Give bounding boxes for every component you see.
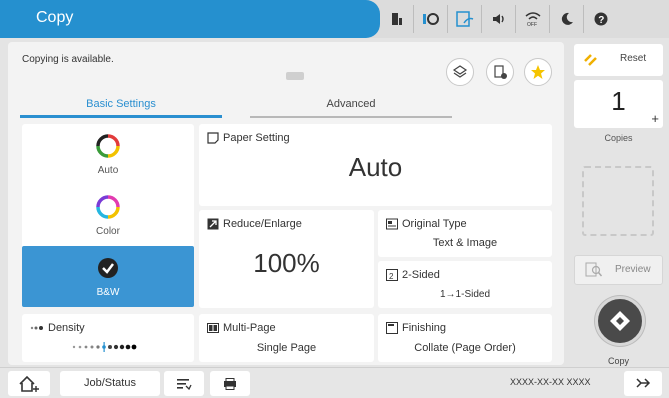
status-message: Copying is available. [22,54,114,65]
tab-advanced[interactable]: Advanced [250,94,452,118]
finishing-tile[interactable]: Finishing Collate (Page Order) [378,314,552,362]
preview-icon [585,262,603,277]
two-sided-icon: 2 [386,269,398,281]
presets-button[interactable] [446,58,474,86]
network-icon [636,377,651,388]
help-icon[interactable]: ? [584,5,618,33]
density-icon [30,326,43,330]
sleep-icon[interactable] [550,5,584,33]
job-list-icon [177,378,192,390]
svg-text:OFF: OFF [527,22,537,27]
check-icon [98,258,118,278]
wifi-direct-icon[interactable] [448,5,482,33]
preview-button[interactable]: Preview [574,255,663,285]
home-button[interactable] [8,371,50,396]
settings-tabs: Basic Settings Advanced [20,94,452,118]
original-type-tile[interactable]: Original Type Text & Image [378,210,552,257]
original-type-value: Text & Image [432,237,498,249]
color-mode-auto-label: Auto [97,165,119,176]
color-mode-color[interactable]: Color [22,185,194,245]
network-status-button[interactable] [624,371,662,396]
multi-page-value: Single Page [256,342,317,354]
density-tile[interactable]: Density [22,314,194,362]
top-bar: Copy OFF ? [0,0,669,38]
job-status-button[interactable]: Job/Status [60,371,160,396]
original-type-label: Original Type [386,218,467,230]
job-list-button[interactable] [164,371,204,396]
svg-text:?: ? [598,15,604,26]
document-settings-icon [494,65,507,79]
svg-text:2: 2 [389,272,394,281]
copies-plus-button[interactable]: + [651,111,659,126]
color-mode-color-label: Color [96,226,120,237]
two-sided-label: 2 2-Sided [386,269,440,281]
copy-label: Copy [607,356,629,366]
reduce-enlarge-label: Reduce/Enlarge [207,218,302,230]
tab-basic-settings[interactable]: Basic Settings [20,94,222,118]
original-type-icon [386,218,398,230]
ink-levels-icon[interactable] [380,5,414,33]
copies-label: Copies [604,133,633,143]
color-mode-auto[interactable]: Auto [22,124,194,184]
reset-button[interactable]: Reset [574,44,663,76]
color-mode-bw[interactable]: B&W [22,246,194,307]
auto-color-icon [96,134,120,158]
finishing-label: Finishing [386,322,446,334]
finishing-value: Collate (Page Order) [414,342,516,354]
reduce-enlarge-value: 100% [253,248,320,278]
presets-icon [452,65,468,78]
multi-page-icon [207,323,219,333]
density-scale-icon [72,342,137,352]
color-mode-list: Auto Color B&W [22,124,194,307]
multi-page-tile[interactable]: Multi-Page Single Page [199,314,374,362]
status-icons: OFF ? [380,5,618,33]
printer-status-button[interactable] [210,371,250,396]
title-tab: Copy [0,0,380,38]
preview-placeholder [582,166,654,236]
panel-handle[interactable] [286,72,304,80]
page-title: Copy [36,9,74,26]
two-sided-tile[interactable]: 2 2-Sided 1→1-Sided [378,261,552,308]
color-mode-bw-label: B&W [96,287,120,298]
paper-setting-value: Auto [348,152,403,182]
copies-input[interactable]: 1 + [574,80,663,128]
main-panel: Copying is available. Basic Settings Adv… [8,42,564,365]
copy-start-button[interactable] [595,296,645,346]
wifi-off-icon[interactable]: OFF [516,5,550,33]
sound-icon[interactable] [482,5,516,33]
reset-icon [584,54,597,66]
favorite-button[interactable] [524,58,552,86]
paper-setting-tile[interactable]: Paper Setting Auto [199,124,552,206]
datetime-display: XXXX-XX-XX XXXX [510,377,591,387]
reduce-enlarge-tile[interactable]: Reduce/Enlarge 100% [199,210,374,308]
bottom-bar: Job/Status XXXX-XX-XX XXXX [0,367,669,398]
paper-setting-label: Paper Setting [207,132,290,144]
multi-page-label: Multi-Page [207,322,276,334]
printer-icon [224,377,236,390]
two-sided-value: 1→1-Sided [439,289,491,300]
star-icon [531,65,545,79]
home-icon [19,375,39,392]
density-label: Density [30,322,85,334]
finishing-icon [386,322,398,334]
resize-icon [207,218,219,230]
copies-value: 1 [611,86,626,116]
device-info-icon[interactable] [414,5,448,33]
paper-icon [207,132,219,144]
color-icon [96,195,120,219]
start-diamond-icon [610,311,630,331]
copy-settings-button[interactable] [486,58,514,86]
